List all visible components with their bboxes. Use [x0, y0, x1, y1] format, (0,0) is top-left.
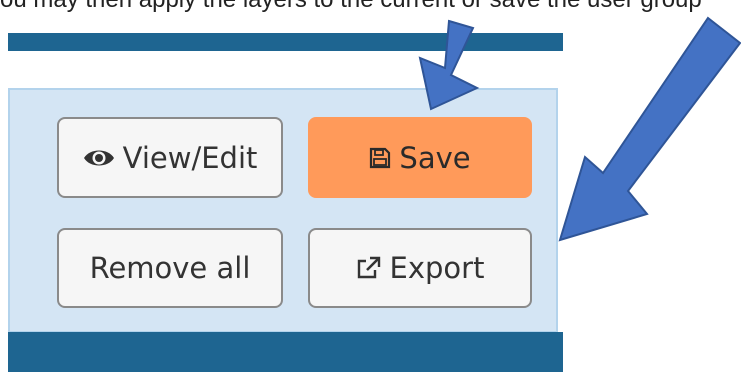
external-link-icon — [356, 256, 382, 280]
eye-icon — [83, 147, 115, 169]
remove-all-label: Remove all — [89, 251, 251, 285]
remove-all-button[interactable]: Remove all — [57, 228, 283, 308]
export-button[interactable]: Export — [308, 228, 532, 308]
bottom-divider-bar — [8, 332, 563, 372]
arrow-to-export — [558, 16, 741, 242]
top-divider-bar — [8, 33, 563, 51]
floppy-disk-icon — [369, 147, 391, 169]
instruction-caption: ou may then apply the layers to the curr… — [0, 0, 741, 14]
view-edit-label: View/Edit — [122, 140, 258, 175]
save-label: Save — [399, 140, 471, 175]
export-label: Export — [389, 251, 485, 285]
view-edit-button[interactable]: View/Edit — [57, 117, 283, 198]
save-button[interactable]: Save — [308, 117, 532, 198]
